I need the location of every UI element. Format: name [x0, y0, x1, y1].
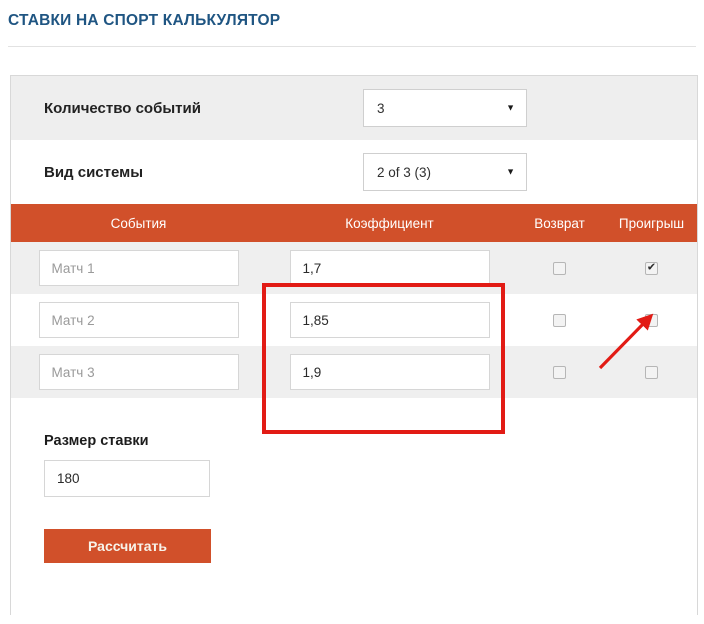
calculate-button[interactable]: Рассчитать	[44, 529, 211, 563]
chevron-down-icon: ▼	[506, 166, 515, 177]
event-input-3-placeholder: Матч 3	[51, 364, 95, 380]
cell-coefficient-1: 1,7	[266, 250, 513, 286]
coefficient-input-3[interactable]: 1,9	[289, 354, 490, 390]
coefficient-input-3-value: 1,9	[302, 364, 322, 380]
cell-coefficient-2: 1,85	[266, 302, 513, 338]
cell-event-1: Матч 1	[11, 250, 266, 286]
label-stake-size: Размер ставки	[44, 433, 149, 449]
label-event-count: Количество событий	[44, 99, 201, 117]
event-input-2[interactable]: Матч 2	[38, 302, 239, 338]
cell-loss-2	[606, 313, 697, 327]
select-event-count-value: 3	[377, 100, 385, 116]
cell-loss-1	[606, 261, 697, 275]
coefficient-input-2[interactable]: 1,85	[289, 302, 490, 338]
option-row-event-count: Количество событий 3 ▼	[11, 76, 697, 140]
select-system-type-value: 2 of 3 (3)	[377, 164, 432, 180]
stake-amount-value: 180	[57, 471, 80, 486]
event-input-2-placeholder: Матч 2	[51, 312, 95, 328]
refund-checkbox-3[interactable]	[553, 365, 566, 379]
column-header-coefficient: Коэффициент	[345, 215, 434, 231]
page-title: СТАВКИ НА СПОРТ КАЛЬКУЛЯТОР	[8, 12, 281, 29]
refund-checkbox-1[interactable]	[553, 261, 566, 275]
stake-amount-input[interactable]: 180	[44, 460, 210, 497]
chevron-down-icon: ▼	[506, 102, 515, 113]
table-header-row: События Коэффициент Возврат Проигрыш	[11, 204, 697, 242]
cell-refund-3	[513, 365, 606, 379]
option-row-system-type: Вид системы 2 of 3 (3) ▼	[11, 140, 697, 204]
table-row: Матч 1 1,7	[11, 242, 697, 294]
coefficient-input-1[interactable]: 1,7	[289, 250, 490, 286]
title-divider	[8, 46, 696, 47]
table-row: Матч 2 1,85	[11, 294, 697, 346]
stake-section: Размер ставки 180 Рассчитать	[11, 398, 697, 568]
cell-event-2: Матч 2	[11, 302, 266, 338]
column-header-refund: Возврат	[534, 215, 585, 231]
select-system-type[interactable]: 2 of 3 (3) ▼	[363, 153, 527, 191]
table-row: Матч 3 1,9	[11, 346, 697, 398]
cell-event-3: Матч 3	[11, 354, 266, 390]
label-system-type: Вид системы	[44, 163, 144, 181]
select-event-count[interactable]: 3 ▼	[363, 89, 527, 127]
event-input-3[interactable]: Матч 3	[38, 354, 239, 390]
coefficient-input-1-value: 1,7	[302, 260, 322, 276]
coefficient-input-2-value: 1,85	[302, 312, 329, 328]
calculator-panel: Количество событий 3 ▼ Вид системы 2 of …	[10, 75, 698, 615]
loss-checkbox-3[interactable]	[645, 365, 658, 379]
cell-refund-1	[513, 261, 606, 275]
loss-checkbox-1[interactable]	[645, 261, 658, 275]
column-header-loss: Проигрыш	[618, 215, 685, 231]
event-input-1[interactable]: Матч 1	[38, 250, 239, 286]
cell-refund-2	[513, 313, 606, 327]
cell-coefficient-3: 1,9	[266, 354, 513, 390]
event-input-1-placeholder: Матч 1	[51, 260, 95, 276]
column-header-events: События	[110, 215, 167, 231]
loss-checkbox-2[interactable]	[645, 313, 658, 327]
cell-loss-3	[606, 365, 697, 379]
refund-checkbox-2[interactable]	[553, 313, 566, 327]
